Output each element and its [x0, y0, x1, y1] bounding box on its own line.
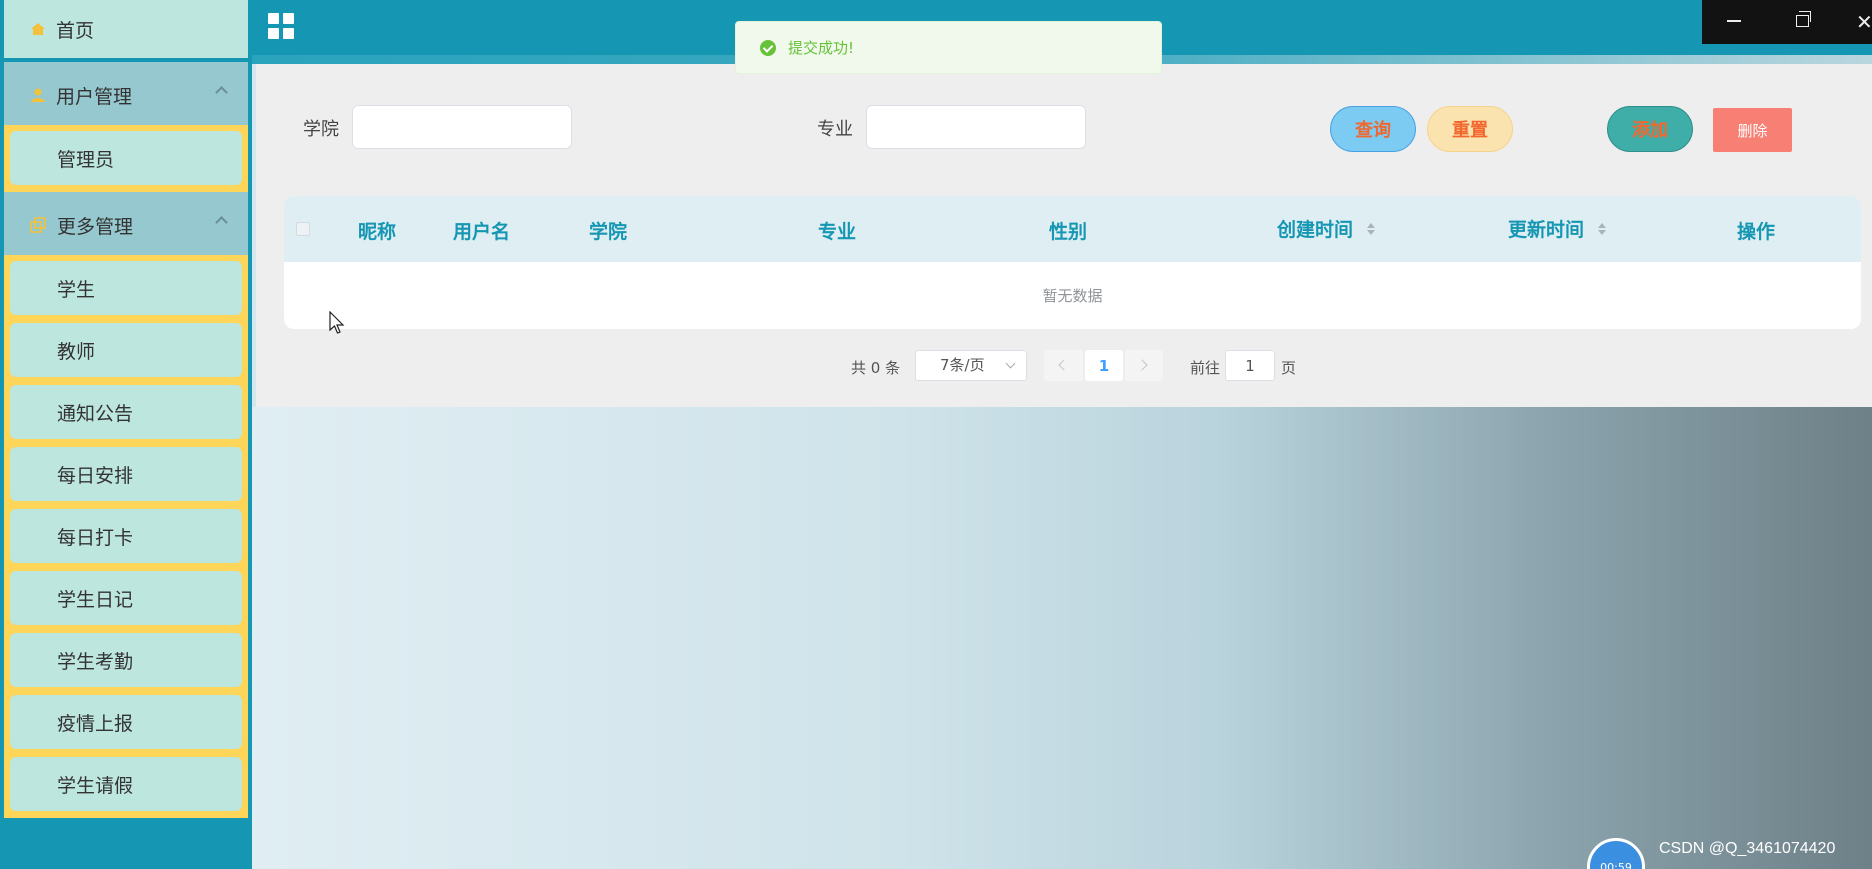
column-header-nickname[interactable]: 昵称	[358, 217, 396, 244]
sort-icon[interactable]	[1367, 223, 1375, 235]
pagination-total: 共 0 条	[851, 359, 901, 377]
sidebar-item-label: 学生请假	[57, 774, 134, 797]
toast-message: 提交成功!	[788, 39, 855, 57]
sidebar-item-label: 学生日记	[57, 588, 134, 611]
select-all-checkbox[interactable]	[296, 222, 310, 236]
mouse-cursor-icon	[329, 311, 345, 334]
column-header-college[interactable]: 学院	[589, 217, 627, 244]
sidebar-item-teacher[interactable]: 教师	[10, 323, 242, 377]
sidebar-item-label: 学生考勤	[57, 650, 134, 673]
sidebar-group-more-management[interactable]: 更多管理	[4, 192, 248, 258]
sidebar-item-label: 每日安排	[57, 464, 134, 487]
sort-icon[interactable]	[1598, 223, 1606, 235]
sidebar-item-label: 每日打卡	[57, 526, 134, 549]
college-input[interactable]	[352, 105, 572, 149]
restore-icon[interactable]	[1796, 11, 1811, 27]
chevron-down-icon	[1005, 358, 1016, 369]
sidebar-group-label: 用户管理	[56, 85, 133, 108]
background-area	[252, 407, 1872, 869]
sidebar-item-label: 教师	[57, 340, 96, 363]
close-icon[interactable]: ✕	[1856, 10, 1872, 34]
page-size-value: 7条/页	[940, 356, 985, 374]
copy-icon	[30, 216, 46, 233]
sidebar-item-label: 通知公告	[57, 402, 134, 425]
sidebar-item-label: 学生	[57, 278, 96, 301]
chevron-up-icon	[215, 86, 228, 99]
college-label: 学院	[303, 119, 339, 140]
next-page-button[interactable]	[1125, 350, 1163, 381]
timer-text: 00:59	[1600, 861, 1632, 869]
sidebar-item-epidemic-report[interactable]: 疫情上报	[10, 695, 242, 749]
sidebar-item-notice[interactable]: 通知公告	[10, 385, 242, 439]
success-toast: 提交成功!	[735, 21, 1162, 74]
sidebar-submenu-more: 学生 教师 通知公告 每日安排 每日打卡 学生日记 学生考勤 疫情上报 学生请假	[4, 255, 248, 818]
sidebar-group-label: 更多管理	[57, 215, 134, 238]
column-header-major[interactable]: 专业	[818, 217, 856, 244]
sidebar-item-home[interactable]: 首页	[4, 0, 248, 58]
chevron-up-icon	[215, 216, 228, 229]
minimize-icon[interactable]	[1727, 20, 1741, 22]
column-header-gender[interactable]: 性别	[1049, 217, 1087, 244]
page-number-current[interactable]: 1	[1085, 350, 1123, 381]
delete-button[interactable]: 删除	[1713, 108, 1792, 152]
grid-menu-icon[interactable]	[268, 13, 294, 39]
reset-button[interactable]: 重置	[1427, 106, 1513, 152]
major-label: 专业	[817, 119, 853, 140]
check-circle-icon	[760, 39, 776, 56]
data-table: 昵称 用户名 学院 专业 性别 创建时间 更新时间 操作 暂无数据	[284, 196, 1861, 329]
sidebar-item-label: 首页	[56, 19, 95, 42]
goto-label: 前往	[1190, 359, 1221, 377]
window-controls	[1702, 0, 1872, 44]
column-header-updated-time[interactable]: 更新时间	[1508, 215, 1584, 242]
sidebar-item-attendance[interactable]: 学生考勤	[10, 633, 242, 687]
column-header-created-time[interactable]: 创建时间	[1277, 215, 1353, 242]
sidebar-item-admin[interactable]: 管理员	[10, 131, 242, 185]
goto-page-input[interactable]: 1	[1225, 350, 1275, 381]
major-input[interactable]	[866, 105, 1086, 149]
sidebar-item-label: 疫情上报	[57, 712, 134, 735]
home-icon	[31, 23, 45, 35]
column-header-actions: 操作	[1737, 221, 1776, 243]
table-header: 昵称 用户名 学院 专业 性别 创建时间 更新时间 操作	[284, 196, 1861, 262]
add-button[interactable]: 添加	[1607, 106, 1693, 152]
sidebar-item-daily-checkin[interactable]: 每日打卡	[10, 509, 242, 563]
prev-page-button[interactable]	[1044, 350, 1083, 381]
sidebar-item-student-diary[interactable]: 学生日记	[10, 571, 242, 625]
sidebar-item-student[interactable]: 学生	[10, 261, 242, 315]
sidebar: 首页 用户管理 管理员 更多管理 学生 教师 通知公告 每日安排 每日打卡 学生…	[0, 0, 252, 869]
sidebar-group-user-management[interactable]: 用户管理	[4, 62, 248, 128]
page-suffix: 页	[1281, 359, 1297, 377]
sidebar-item-label: 管理员	[57, 148, 115, 171]
empty-state: 暂无数据	[1042, 287, 1103, 305]
sidebar-item-student-leave[interactable]: 学生请假	[10, 757, 242, 811]
column-header-username[interactable]: 用户名	[453, 217, 510, 244]
page-size-select[interactable]: 7条/页	[915, 350, 1027, 381]
query-button[interactable]: 查询	[1330, 106, 1416, 152]
user-icon	[31, 88, 45, 102]
watermark-text: CSDN @Q_3461074420	[1659, 840, 1836, 857]
sidebar-item-daily-schedule[interactable]: 每日安排	[10, 447, 242, 501]
sidebar-submenu-user: 管理员	[4, 125, 248, 192]
